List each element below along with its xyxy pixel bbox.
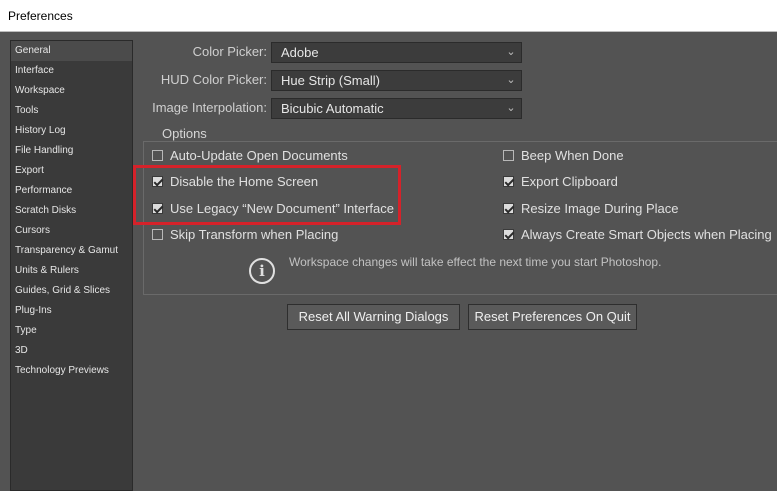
image-interpolation-select[interactable]: Bicubic Automatic ⌄	[271, 98, 522, 119]
hud-color-picker-label: HUD Color Picker:	[160, 72, 267, 87]
color-picker-label: Color Picker:	[192, 44, 267, 59]
image-interpolation-value: Bicubic Automatic	[281, 101, 384, 116]
reset-preferences-on-quit-button[interactable]: Reset Preferences On Quit	[468, 304, 637, 330]
sidebar-item-units-rulers[interactable]: Units & Rulers	[11, 261, 132, 281]
sidebar-item-guides-grid-slices[interactable]: Guides, Grid & Slices	[11, 281, 132, 301]
chevron-down-icon: ⌄	[506, 46, 516, 58]
checkbox-label: Always Create Smart Objects when Placing	[521, 227, 772, 242]
hud-color-picker-value: Hue Strip (Small)	[281, 73, 380, 88]
sidebar-item-workspace[interactable]: Workspace	[11, 81, 132, 101]
hud-color-picker-select[interactable]: Hue Strip (Small) ⌄	[271, 70, 522, 91]
chevron-down-icon: ⌄	[506, 102, 516, 114]
preferences-sidebar: General Interface Workspace Tools Histor…	[10, 40, 133, 491]
sidebar-item-technology-previews[interactable]: Technology Previews	[11, 361, 132, 381]
checkbox-label: Skip Transform when Placing	[170, 227, 339, 242]
window-title: Preferences	[0, 0, 777, 32]
sidebar-item-history-log[interactable]: History Log	[11, 121, 132, 141]
sidebar-item-type[interactable]: Type	[11, 321, 132, 341]
sidebar-item-performance[interactable]: Performance	[11, 181, 132, 201]
info-icon: i	[249, 258, 275, 284]
checkbox-unchecked-icon	[152, 229, 163, 240]
checkbox-label: Auto-Update Open Documents	[170, 148, 348, 163]
color-picker-value: Adobe	[281, 45, 319, 60]
sidebar-item-cursors[interactable]: Cursors	[11, 221, 132, 241]
sidebar-item-scratch-disks[interactable]: Scratch Disks	[11, 201, 132, 221]
color-picker-select[interactable]: Adobe ⌄	[271, 42, 522, 63]
checkbox-checked-icon	[503, 176, 514, 187]
skip-transform-checkbox[interactable]: Skip Transform when Placing	[152, 226, 338, 244]
checkbox-label: Export Clipboard	[521, 174, 618, 189]
sidebar-item-plug-ins[interactable]: Plug-Ins	[11, 301, 132, 321]
info-message: Workspace changes will take effect the n…	[289, 255, 662, 269]
sidebar-item-export[interactable]: Export	[11, 161, 132, 181]
options-title: Options	[158, 126, 211, 141]
resize-image-during-place-checkbox[interactable]: Resize Image During Place	[503, 200, 679, 218]
checkbox-label: Beep When Done	[521, 148, 624, 163]
reset-all-warning-dialogs-button[interactable]: Reset All Warning Dialogs	[287, 304, 460, 330]
export-clipboard-checkbox[interactable]: Export Clipboard	[503, 173, 618, 191]
checkbox-unchecked-icon	[152, 150, 163, 161]
sidebar-item-3d[interactable]: 3D	[11, 341, 132, 361]
sidebar-item-interface[interactable]: Interface	[11, 61, 132, 81]
beep-when-done-checkbox[interactable]: Beep When Done	[503, 147, 624, 165]
checkbox-checked-icon	[503, 229, 514, 240]
sidebar-item-transparency-gamut[interactable]: Transparency & Gamut	[11, 241, 132, 261]
preferences-window: General Interface Workspace Tools Histor…	[0, 32, 777, 491]
sidebar-item-general[interactable]: General	[11, 41, 132, 61]
always-create-smart-objects-checkbox[interactable]: Always Create Smart Objects when Placing	[503, 226, 772, 244]
checkbox-label: Resize Image During Place	[521, 201, 679, 216]
checkbox-checked-icon	[503, 203, 514, 214]
chevron-down-icon: ⌄	[506, 74, 516, 86]
sidebar-item-tools[interactable]: Tools	[11, 101, 132, 121]
image-interpolation-label: Image Interpolation:	[152, 100, 267, 115]
auto-update-open-documents-checkbox[interactable]: Auto-Update Open Documents	[152, 147, 348, 165]
sidebar-item-file-handling[interactable]: File Handling	[11, 141, 132, 161]
checkbox-unchecked-icon	[503, 150, 514, 161]
highlight-annotation	[133, 165, 401, 225]
